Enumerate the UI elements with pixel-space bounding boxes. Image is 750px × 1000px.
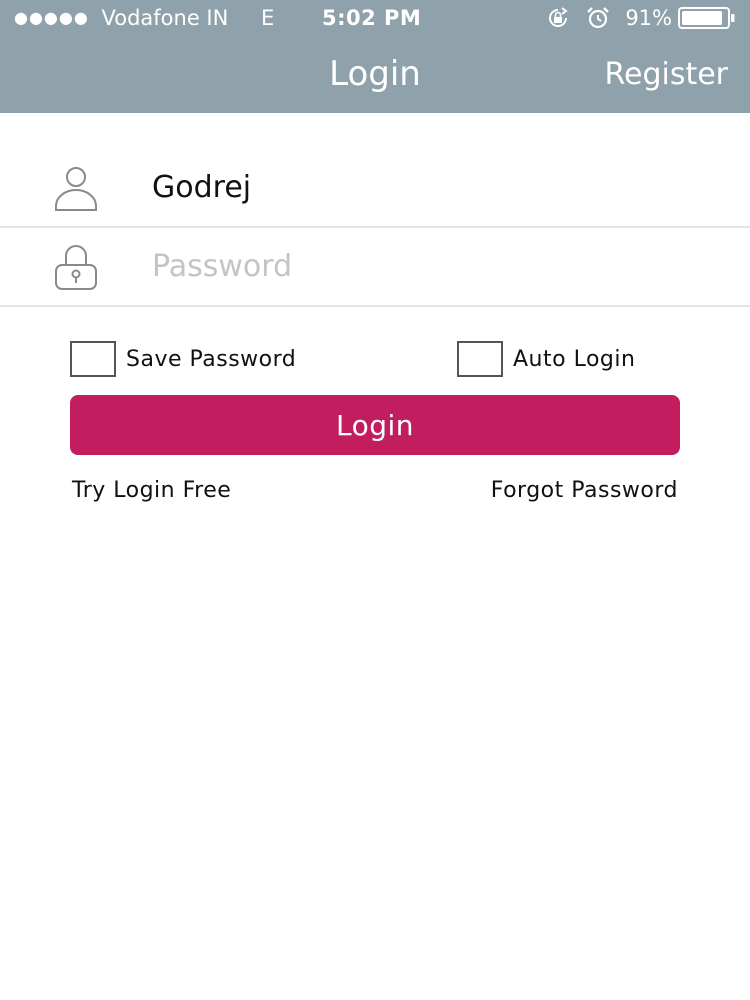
user-icon [55, 167, 97, 211]
lock-icon [55, 245, 97, 290]
try-login-free-link[interactable]: Try Login Free [72, 478, 231, 503]
forgot-password-link[interactable]: Forgot Password [491, 478, 678, 503]
network-type: E [261, 6, 275, 30]
status-right: 91% [545, 0, 736, 36]
save-password-option[interactable]: Save Password [70, 341, 296, 377]
battery-percent: 91% [625, 6, 672, 30]
status-bar: ●●●●● Vodafone IN E 5:02 PM 91% [0, 0, 750, 36]
carrier-name: Vodafone IN [101, 6, 229, 30]
save-password-label: Save Password [126, 346, 297, 372]
battery-icon [678, 7, 735, 29]
header: ●●●●● Vodafone IN E 5:02 PM 91% Login Re… [0, 0, 750, 113]
password-row [0, 227, 750, 307]
register-button[interactable]: Register [604, 54, 728, 96]
save-password-checkbox[interactable] [70, 341, 116, 377]
auto-login-checkbox[interactable] [457, 341, 503, 377]
password-input[interactable] [152, 237, 712, 295]
login-button[interactable]: Login [70, 395, 680, 455]
alarm-clock-icon [587, 7, 610, 29]
status-time: 5:02 PM [322, 6, 422, 30]
auto-login-label: Auto Login [513, 346, 636, 372]
username-row [0, 148, 750, 228]
rotation-lock-icon [549, 7, 568, 27]
auto-login-option[interactable]: Auto Login [457, 341, 635, 377]
signal-strength-icon: ●●●●● [14, 8, 89, 27]
status-left: ●●●●● Vodafone IN E [14, 0, 274, 36]
username-input[interactable] [152, 158, 712, 216]
